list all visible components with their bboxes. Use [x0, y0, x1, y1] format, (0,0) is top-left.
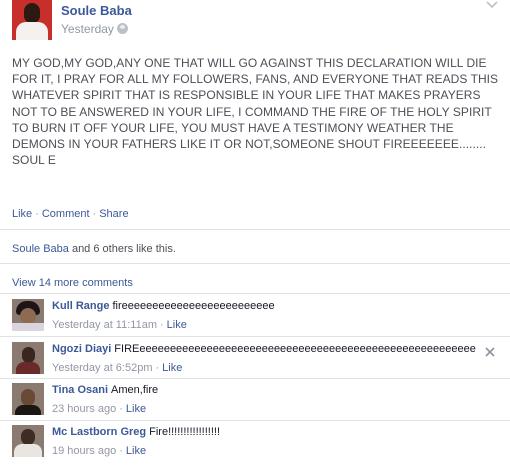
post-text-line: MY GOD,MY GOD,ANY ONE THAT WILL GO AGAIN…	[12, 56, 487, 70]
divider	[0, 263, 510, 264]
likes-summary: Soule Baba and 6 others like this.	[12, 243, 176, 255]
post-text-line: WHATEVER SPIRIT THAT IS RESPONSIBLE IN Y…	[12, 88, 481, 103]
post-header: Soule Baba Yesterday	[0, 0, 510, 44]
comment-like-link[interactable]: Like	[162, 362, 182, 374]
liker-name-link[interactable]: Soule Baba	[12, 243, 69, 255]
avatar[interactable]	[12, 383, 44, 415]
comment-item: Tina Osani Amen,fire 23 hours ago · Like	[0, 383, 510, 425]
comment-item: Kull Range fireeeeeeeeeeeeeeeeeeeeeeeee Y…	[0, 299, 510, 341]
comment-timestamp[interactable]: Yesterday at 11:11am	[52, 319, 157, 331]
author-name[interactable]: Soule Baba	[61, 3, 132, 18]
post-text-line: DEMONS IN YOUR FATHERS LIKE IT OR NOT,SO…	[12, 137, 487, 152]
comment-text: Fire!!!!!!!!!!!!!!!!!	[149, 426, 221, 438]
comment-author[interactable]: Ngozi Diayi	[52, 343, 111, 355]
comment-like-link[interactable]: Like	[167, 319, 187, 331]
post-timestamp[interactable]: Yesterday	[61, 22, 114, 36]
divider	[0, 378, 510, 379]
post-text: MY GOD,MY GOD,ANY ONE THAT WILL GO AGAIN…	[12, 55, 498, 168]
chevron-down-icon[interactable]	[486, 0, 498, 10]
divider	[0, 336, 510, 337]
avatar[interactable]	[12, 425, 44, 457]
comment-text: Amen,fire	[111, 384, 159, 396]
comment-item: Mc Lastborn Greg Fire!!!!!!!!!!!!!!!!! 19…	[0, 425, 510, 467]
comment-link[interactable]: Comment	[42, 208, 90, 220]
like-link[interactable]: Like	[12, 208, 32, 220]
post-text-line: SOUL E	[12, 153, 56, 168]
author-avatar[interactable]	[12, 0, 52, 40]
comment-author[interactable]: Kull Range	[52, 300, 109, 312]
divider	[0, 293, 510, 294]
globe-icon	[117, 23, 128, 34]
share-link[interactable]: Share	[99, 208, 128, 220]
post-text-line: TO BURN IT OFF YOUR LIFE, YOU MUST HAVE …	[12, 120, 454, 135]
comment-timestamp[interactable]: 23 hours ago	[52, 403, 116, 415]
comment-like-link[interactable]: Like	[126, 445, 146, 457]
post-text-line: NOT TO BE ANSWERED IN YOUR LIFE, I COMMA…	[12, 104, 492, 119]
comment-timestamp[interactable]: Yesterday at 6:52pm	[52, 362, 153, 374]
comment-text: fireeeeeeeeeeeeeeeeeeeeeeeee	[112, 300, 275, 312]
comment-author[interactable]: Mc Lastborn Greg	[52, 426, 146, 438]
post-text-line: FOR IT, I PRAY FOR ALL MY FOLLOWERS, FAN…	[12, 72, 499, 87]
post-actions: Like · Comment · Share	[12, 208, 129, 220]
divider	[0, 420, 510, 421]
comment-author[interactable]: Tina Osani	[52, 384, 108, 396]
view-more-comments-link[interactable]: View 14 more comments	[12, 277, 133, 289]
divider	[0, 229, 510, 230]
close-icon[interactable]	[484, 346, 496, 358]
comment-like-link[interactable]: Like	[126, 403, 146, 415]
avatar[interactable]	[12, 342, 44, 374]
comment-timestamp[interactable]: 19 hours ago	[52, 445, 116, 457]
avatar[interactable]	[12, 299, 44, 331]
comment-text: FIREeeeeeeeeeeeeeeeeeeeeeeeeeeeeeeeeeeee…	[114, 343, 476, 355]
